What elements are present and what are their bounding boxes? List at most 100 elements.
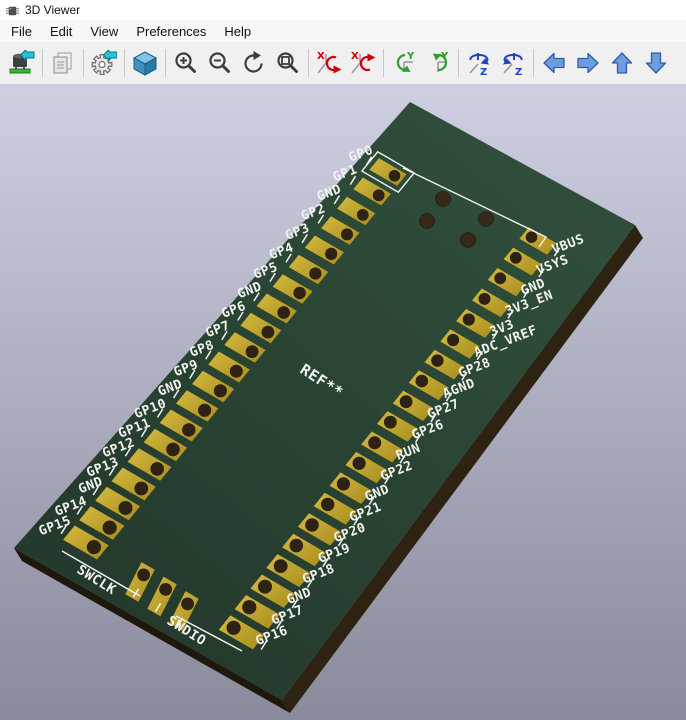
toolbar-separator [42,49,43,77]
pin-hole [262,326,275,339]
debug-hole [159,583,172,596]
view-orientation-cube-icon [132,50,158,76]
toolbar-separator [165,49,166,77]
reload-board-button[interactable] [5,45,39,81]
svg-text:Z: Z [515,67,522,76]
zoom-in-icon [173,50,199,76]
rotate-y-ccw-icon: Y [425,50,451,76]
debug-hole [181,598,194,611]
pin-hole [246,345,259,358]
zoom-out-icon [207,50,233,76]
zoom-fit-button[interactable] [271,45,305,81]
move-right-button[interactable] [571,45,605,81]
rotate-x-ccw-icon: X [350,50,376,76]
rotate-y-cw-button[interactable]: Y [387,45,421,81]
pin-hole [384,416,397,429]
mounting-hole [479,212,494,227]
move-up-button[interactable] [605,45,639,81]
pin-hole [447,334,459,346]
pin-hole [87,540,101,554]
rotate-y-cw-icon: Y [391,50,417,76]
mounting-hole [436,192,451,207]
pin-hole [321,498,334,511]
pin-hole [277,306,290,319]
toolbar-separator [458,49,459,77]
render-options-icon [91,50,117,76]
move-left-button[interactable] [537,45,571,81]
toolbar: X X Y Y Z Z [0,42,686,84]
titlebar: 3D Viewer [0,0,686,20]
pin-hole [290,539,304,553]
zoom-in-button[interactable] [169,45,203,81]
pin-hole [325,248,337,260]
viewport-container: GP0GP1GNDGP2GP3GP4GP5GNDGP6GP7GP8GP9GNDG… [0,84,686,720]
pin-hole [150,462,164,476]
move-up-icon [609,50,635,76]
pin-hole [242,600,256,614]
rotate-y-ccw-button[interactable]: Y [421,45,455,81]
pin-hole [416,375,429,388]
rotate-z-cw-button[interactable]: Z [462,45,496,81]
toolbar-separator [308,49,309,77]
view-orientation-cube-button[interactable] [128,45,162,81]
move-left-icon [541,50,567,76]
pin-hole [337,477,350,490]
pin-hole [353,457,366,470]
pin-hole [479,293,491,305]
redraw-button[interactable] [237,45,271,81]
pin-hole [227,621,241,635]
svg-text:X: X [317,51,325,62]
menu-edit[interactable]: Edit [41,21,81,42]
pin-hole [494,272,506,284]
menubar: FileEditViewPreferencesHelp [0,20,686,42]
pin-hole [400,395,413,408]
rotate-z-ccw-button[interactable]: Z [496,45,530,81]
rotate-x-cw-icon: X [316,50,342,76]
pin-hole [230,365,243,378]
pin-hole [368,436,381,449]
svg-text:Y: Y [406,51,415,62]
menu-help[interactable]: Help [215,21,260,42]
zoom-fit-icon [275,50,301,76]
redraw-icon [241,50,267,76]
move-right-icon [575,50,601,76]
menu-view[interactable]: View [81,21,127,42]
viewport-3d[interactable]: GP0GP1GNDGP2GP3GP4GP5GNDGP6GP7GP8GP9GNDG… [0,84,686,720]
pin-hole [341,228,353,240]
pin-hole [510,252,522,264]
render-options-button[interactable] [87,45,121,81]
pin-hole [198,404,211,417]
mounting-hole [420,214,435,229]
copy-image-button[interactable] [46,45,80,81]
pin-hole [526,231,538,243]
menu-preferences[interactable]: Preferences [127,21,215,42]
rotate-z-ccw-icon: Z [500,50,526,76]
pin-hole [373,189,385,201]
move-down-button[interactable] [639,45,673,81]
mounting-hole [461,233,476,248]
pin-hole [305,518,319,532]
pin-hole [309,267,321,279]
app-chip-icon [5,3,20,18]
reload-board-icon [9,50,35,76]
pin-hole [134,482,148,496]
window-title: 3D Viewer [25,3,80,17]
menu-file[interactable]: File [2,21,41,42]
pin-hole [182,423,195,436]
pin-hole [357,209,369,221]
rotate-x-cw-button[interactable]: X [312,45,346,81]
pin-hole [463,313,475,325]
svg-text:X: X [351,51,359,62]
toolbar-separator [83,49,84,77]
toolbar-separator [533,49,534,77]
debug-hole [137,569,150,582]
move-down-icon [643,50,669,76]
pin-hole [274,559,288,573]
zoom-out-button[interactable] [203,45,237,81]
rotate-x-ccw-button[interactable]: X [346,45,380,81]
pin-hole [166,443,180,457]
pin-hole [389,170,401,182]
toolbar-separator [383,49,384,77]
svg-text:Z: Z [480,67,487,76]
pin-hole [119,501,133,515]
